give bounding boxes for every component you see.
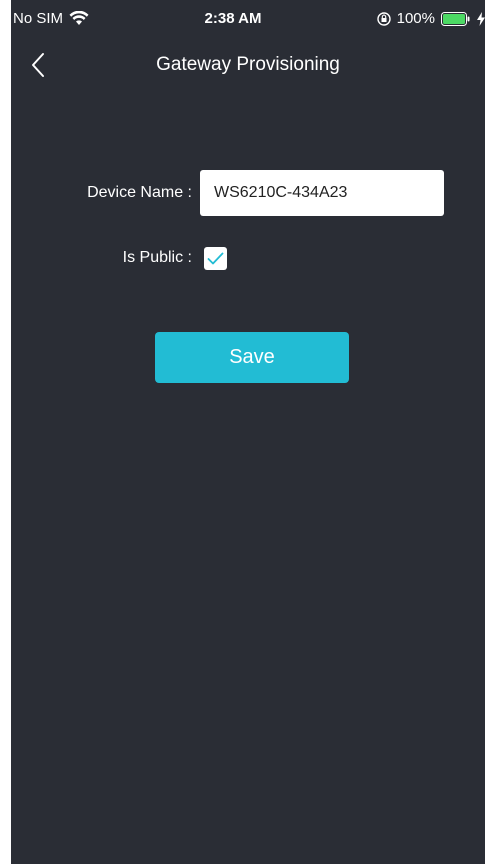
status-bar: No SIM 2:38 AM 100% [11, 0, 485, 42]
app-screen: No SIM 2:38 AM 100% Gateway Provisioning… [11, 0, 485, 864]
device-name-input[interactable] [200, 170, 444, 216]
navigation-bar: Gateway Provisioning [11, 42, 485, 88]
save-button[interactable]: Save [155, 332, 349, 383]
status-right-group: 100% [376, 10, 485, 27]
device-name-row: Device Name : [11, 170, 485, 216]
rotation-lock-icon [376, 11, 391, 26]
is-public-label: Is Public : [122, 249, 192, 266]
charging-icon [477, 11, 485, 26]
is-public-row: Is Public : [11, 245, 485, 273]
is-public-checkbox[interactable] [204, 247, 227, 270]
device-name-label: Device Name : [87, 184, 192, 201]
battery-text: 100% [396, 10, 435, 27]
checkmark-icon [207, 252, 224, 265]
page-title: Gateway Provisioning [156, 54, 340, 75]
battery-icon [441, 11, 471, 26]
